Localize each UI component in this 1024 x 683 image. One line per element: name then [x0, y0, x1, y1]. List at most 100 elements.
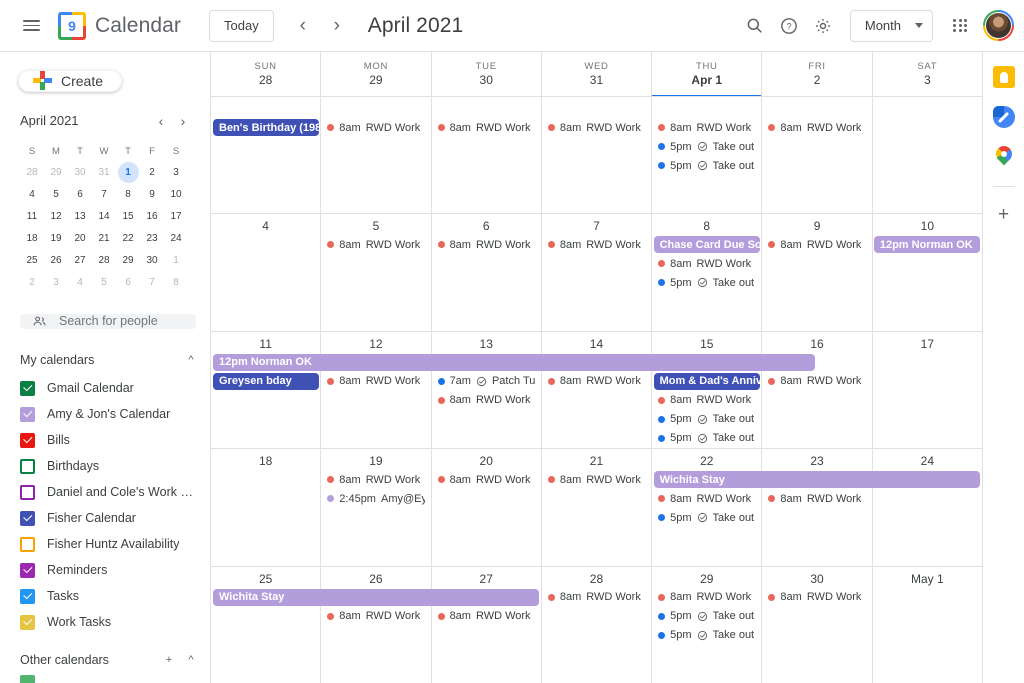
day-cell[interactable]: 158amRWD Work5pmTake out re5pmTake out t… — [651, 332, 761, 448]
mini-calendar-day[interactable]: 16 — [140, 206, 164, 228]
mini-calendar-day[interactable]: 5 — [92, 272, 116, 294]
calendar-event[interactable]: 8amRWD Work — [434, 608, 539, 625]
mini-calendar-day[interactable]: 28 — [92, 250, 116, 272]
mini-calendar-day[interactable]: 2 — [20, 272, 44, 294]
mini-calendar-day[interactable]: 3 — [164, 162, 188, 184]
calendar-event[interactable]: 5pmTake out re — [654, 138, 759, 155]
calendar-event[interactable]: 5pmTake out trą — [654, 509, 759, 526]
add-other-calendar-button[interactable]: + — [158, 649, 180, 671]
day-cell[interactable]: 68amRWD Work — [431, 214, 541, 330]
mini-calendar-day[interactable]: 30 — [68, 162, 92, 184]
mini-calendar-day[interactable]: 22 — [116, 228, 140, 250]
mini-calendar-day[interactable]: 31 — [92, 162, 116, 184]
mini-calendar-day[interactable]: 2 — [140, 162, 164, 184]
all-day-event-bar[interactable]: 12pm Norman OK — [874, 236, 980, 253]
day-cell[interactable]: 218amRWD Work — [541, 449, 651, 565]
calendar-event[interactable]: 5pmTake out re — [654, 608, 759, 625]
all-day-event-bar[interactable]: Mom & Dad's Annive — [654, 373, 760, 390]
all-day-event-bar[interactable]: 12pm Norman OK — [213, 354, 815, 371]
day-cell[interactable]: 18 — [211, 449, 320, 565]
all-day-event-bar[interactable]: Chase Card Due Soo — [654, 236, 760, 253]
calendar-event[interactable]: 7amPatch Tues — [434, 373, 539, 390]
day-header-tue[interactable]: TUE30 — [431, 52, 541, 96]
calendar-event[interactable]: 5pmTake out re — [654, 411, 759, 428]
day-cell[interactable]: 198amRWD Work2:45pmAmy@EyeD — [320, 449, 430, 565]
calendar-event[interactable]: 8amRWD Work — [434, 236, 539, 253]
mini-calendar-day[interactable]: 4 — [68, 272, 92, 294]
calendar-checkbox[interactable] — [20, 511, 35, 526]
day-cell[interactable]: 128amRWD Work — [320, 332, 430, 448]
calendar-checkbox[interactable] — [20, 433, 35, 448]
mini-calendar-day[interactable]: 27 — [68, 250, 92, 272]
main-menu-button[interactable] — [14, 9, 48, 43]
mini-calendar-day[interactable]: 8 — [164, 272, 188, 294]
calendar-event[interactable]: 8amRWD Work — [654, 255, 759, 272]
day-cell[interactable]: 10 — [872, 214, 982, 330]
calendar-event[interactable]: 5pmTake out trą — [654, 430, 759, 447]
calendar-event[interactable]: 8amRWD Work — [323, 471, 428, 488]
day-cell[interactable]: 78amRWD Work — [541, 214, 651, 330]
calendar-event[interactable]: 8amRWD Work — [434, 392, 539, 409]
mini-calendar-day[interactable]: 18 — [20, 228, 44, 250]
calendar-event[interactable]: 8amRWD Work — [434, 119, 539, 136]
day-cell[interactable]: 137amPatch Tues8amRWD Work — [431, 332, 541, 448]
all-day-event-bar[interactable]: Ben's Birthday (1981 — [213, 119, 319, 136]
mini-calendar-day[interactable]: 24 — [164, 228, 188, 250]
day-cell[interactable] — [211, 97, 320, 213]
mini-calendar-day[interactable]: 1 — [116, 162, 140, 184]
calendar-checkbox[interactable] — [20, 537, 35, 552]
day-cell[interactable]: 288amRWD Work — [541, 567, 651, 683]
day-header-sat[interactable]: SAT3 — [872, 52, 982, 96]
day-cell[interactable]: 11 — [211, 332, 320, 448]
google-apps-button[interactable] — [943, 9, 977, 43]
previous-period-button[interactable]: ‹ — [286, 9, 320, 43]
mini-calendar-day[interactable]: 29 — [116, 250, 140, 272]
day-cell[interactable]: 24 — [872, 449, 982, 565]
day-cell[interactable]: 8amRWD Work — [431, 97, 541, 213]
calendar-checkbox[interactable] — [20, 381, 35, 396]
mini-calendar-day[interactable]: 1 — [164, 250, 188, 272]
day-cell[interactable]: 308amRWD Work — [761, 567, 871, 683]
other-calendars-header[interactable]: Other calendars + ^ — [20, 645, 202, 675]
calendar-event[interactable]: 5pmTake out trą — [654, 274, 759, 291]
mini-calendar-day[interactable]: 14 — [92, 206, 116, 228]
mini-calendar-day[interactable]: 25 — [20, 250, 44, 272]
day-cell[interactable]: 4 — [211, 214, 320, 330]
calendar-event[interactable]: 8amRWD Work — [544, 471, 649, 488]
mini-calendar-prev-button[interactable]: ‹ — [150, 110, 172, 132]
my-calendars-header[interactable]: My calendars ^ — [20, 345, 202, 375]
add-addon-button[interactable]: + — [998, 205, 1009, 224]
calendar-list-item[interactable]: Gmail Calendar — [20, 375, 202, 401]
day-cell[interactable]: 8amRWD Work5pmTake out re5pmTake out trą — [651, 97, 761, 213]
mini-calendar-day[interactable]: 7 — [92, 184, 116, 206]
day-header-wed[interactable]: WED31 — [541, 52, 651, 96]
calendar-event[interactable]: 8amRWD Work — [323, 608, 428, 625]
calendar-list-item[interactable]: Amy & Jon's Calendar — [20, 401, 202, 427]
day-cell[interactable]: 25 — [211, 567, 320, 683]
calendar-list-item[interactable]: Reminders — [20, 557, 202, 583]
chevron-up-icon[interactable]: ^ — [180, 649, 202, 671]
day-cell[interactable]: 268amRWD Work — [320, 567, 430, 683]
mini-calendar-day[interactable]: 20 — [68, 228, 92, 250]
all-day-event-bar[interactable]: Wichita Stay — [213, 589, 539, 606]
calendar-event[interactable]: 8amRWD Work — [544, 119, 649, 136]
all-day-event-bar[interactable]: Wichita Stay — [654, 471, 980, 488]
calendar-list-item[interactable]: Bills — [20, 427, 202, 453]
mini-calendar-day[interactable]: 29 — [44, 162, 68, 184]
view-selector[interactable]: Month — [850, 10, 933, 42]
day-cell[interactable]: May 1 — [872, 567, 982, 683]
calendar-event[interactable]: 8amRWD Work — [654, 589, 759, 606]
mini-calendar-day[interactable]: 19 — [44, 228, 68, 250]
chevron-up-icon[interactable]: ^ — [180, 349, 202, 371]
mini-calendar-day[interactable]: 5 — [44, 184, 68, 206]
calendar-event[interactable]: 2:45pmAmy@EyeD — [323, 490, 428, 507]
calendar-list-item[interactable]: Daniel and Cole's Work Sc... — [20, 479, 202, 505]
calendar-color-chip[interactable] — [20, 675, 35, 683]
search-people-input[interactable]: Search for people — [20, 314, 196, 329]
calendar-checkbox[interactable] — [20, 589, 35, 604]
calendar-event[interactable]: 8amRWD Work — [764, 589, 869, 606]
all-day-event-bar[interactable]: Greysen bday — [213, 373, 319, 390]
mini-calendar-day[interactable]: 23 — [140, 228, 164, 250]
mini-calendar-day[interactable]: 17 — [164, 206, 188, 228]
search-button[interactable] — [738, 9, 772, 43]
